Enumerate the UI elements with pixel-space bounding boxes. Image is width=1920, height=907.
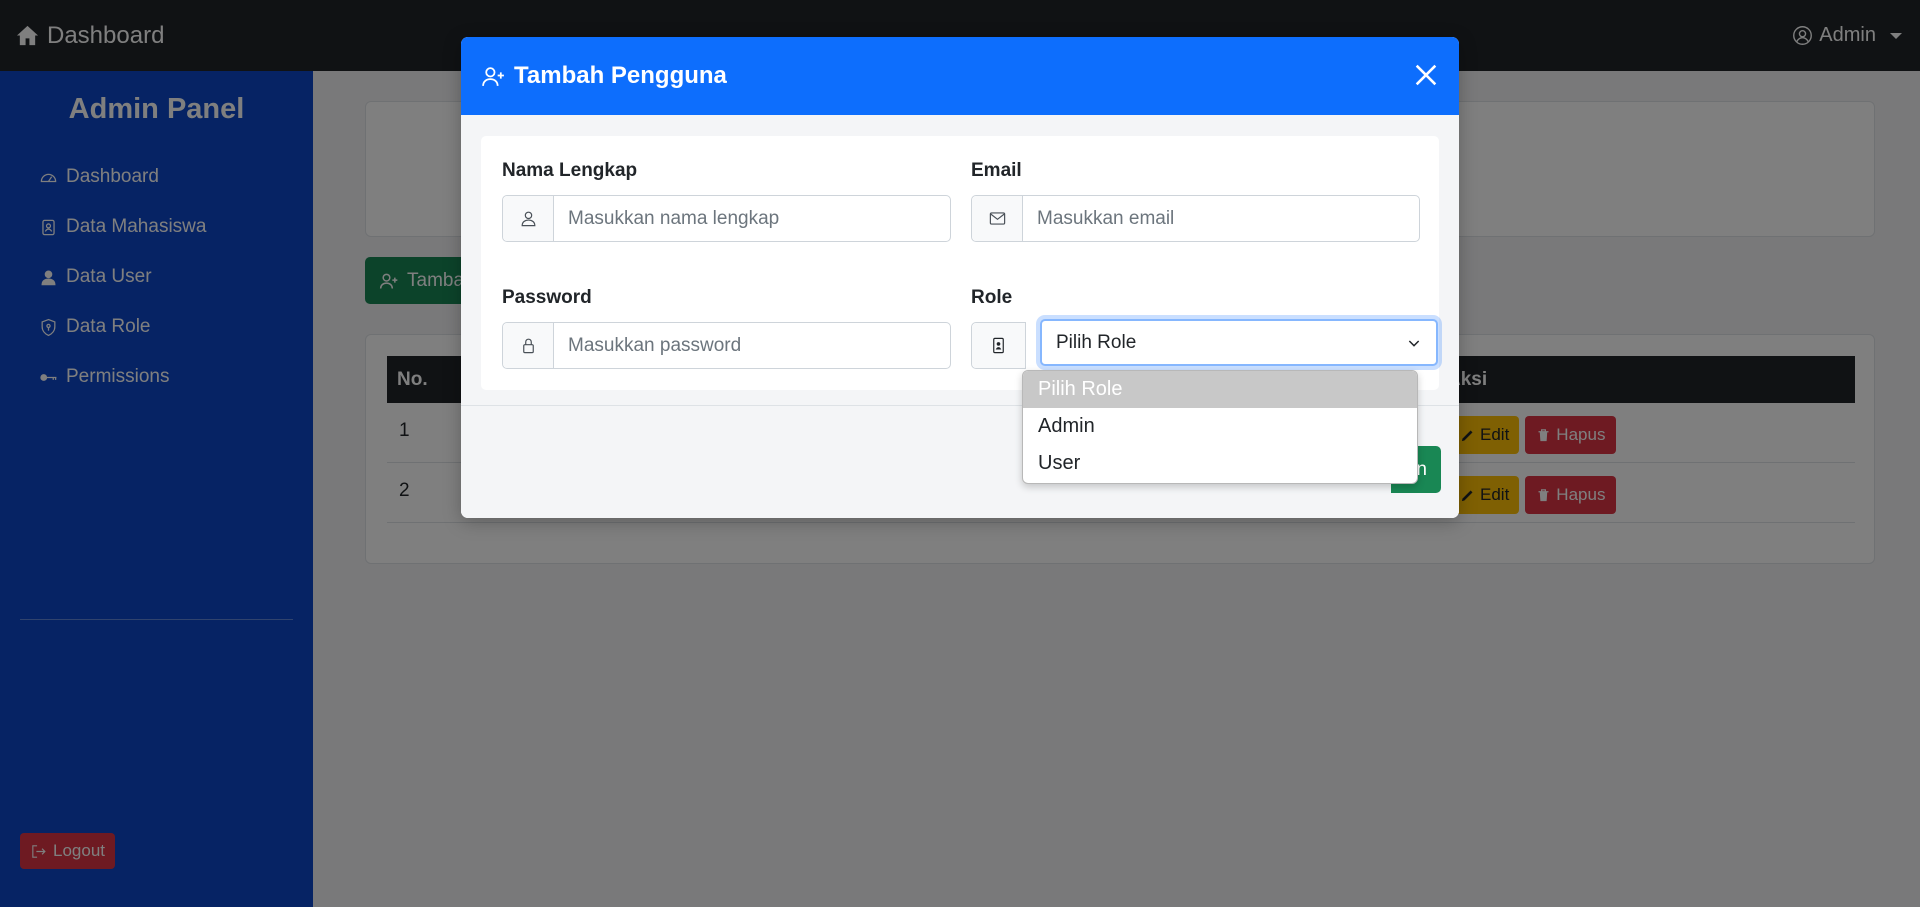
name-input-group <box>502 195 951 242</box>
role-option-pilih-role[interactable]: Pilih Role <box>1023 371 1417 408</box>
person-icon <box>503 196 554 241</box>
modal-title: Tambah Pengguna <box>481 62 727 90</box>
role-select[interactable]: Pilih Role <box>1040 319 1438 366</box>
modal-title-text: Tambah Pengguna <box>514 62 727 89</box>
role-option-admin[interactable]: Admin <box>1023 408 1417 445</box>
password-input-group <box>502 322 951 369</box>
email-field[interactable] <box>1023 196 1419 241</box>
role-select-value: Pilih Role <box>1056 331 1137 353</box>
role-dropdown-list: Pilih Role Admin User <box>1022 370 1418 484</box>
email-label: Email <box>971 160 1022 181</box>
close-button[interactable] <box>1411 61 1441 91</box>
lock-icon <box>503 323 554 368</box>
modal-header: Tambah Pengguna <box>461 37 1459 115</box>
password-label: Password <box>502 287 592 308</box>
password-field[interactable] <box>554 323 950 368</box>
role-label: Role <box>971 287 1013 308</box>
email-input-group <box>971 195 1420 242</box>
name-label: Nama Lengkap <box>502 160 638 181</box>
chevron-down-icon <box>1408 339 1420 347</box>
id-badge-icon <box>972 323 1025 368</box>
envelope-icon <box>972 196 1023 241</box>
user-plus-icon <box>482 66 504 86</box>
name-input[interactable] <box>554 196 950 241</box>
close-icon <box>1415 64 1437 86</box>
role-option-user[interactable]: User <box>1023 445 1417 482</box>
form-card: Nama Lengkap Email Password <box>481 136 1439 390</box>
save-button-label: n <box>1416 458 1427 480</box>
role-input-group <box>971 322 1026 369</box>
